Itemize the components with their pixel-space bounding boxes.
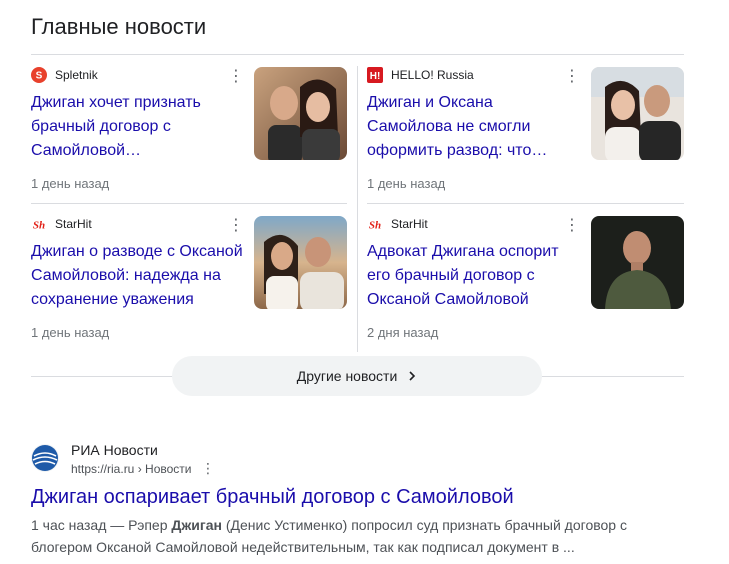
starhit-logo-icon: Sh: [367, 216, 383, 232]
svg-text:Sh: Sh: [369, 220, 381, 232]
more-options-icon[interactable]: ⋮: [227, 67, 245, 85]
more-options-icon[interactable]: ⋮: [201, 460, 215, 477]
site-name[interactable]: РИА Новости: [71, 442, 158, 458]
section-title: Главные новости: [31, 14, 207, 39]
news-headline[interactable]: Джиган и Оксана Самойлова не смогли офор…: [367, 91, 582, 163]
news-source: Sh StarHit: [31, 216, 92, 232]
source-name: StarHit: [391, 217, 428, 231]
column-divider: [357, 66, 358, 352]
news-time: 1 день назад: [367, 176, 446, 191]
more-news-label: Другие новости: [296, 368, 398, 384]
result-snippet: 1 час назад — Рэпер Джиган (Денис Устиме…: [31, 514, 651, 558]
more-options-icon[interactable]: ⋮: [563, 67, 581, 85]
divider: [31, 54, 684, 55]
source-name: Spletnik: [55, 68, 98, 82]
svg-text:H!: H!: [370, 71, 381, 82]
chevron-right-icon: [407, 368, 417, 384]
site-url[interactable]: https://ria.ru › Новости: [71, 462, 191, 476]
news-time: 1 день назад: [31, 176, 110, 191]
news-card[interactable]: Sh StarHit ⋮ Адвокат Джигана оспорит его…: [367, 216, 684, 354]
news-thumbnail[interactable]: [254, 67, 347, 160]
snippet-text: 1 час назад — Рэпер: [31, 517, 172, 533]
more-options-icon[interactable]: ⋮: [227, 216, 245, 234]
news-headline[interactable]: Джиган хочет признать брачный договор с …: [31, 91, 246, 163]
news-card[interactable]: H! HELLO! Russia ⋮ Джиган и Оксана Самой…: [367, 67, 684, 205]
snippet-highlight: Джиган: [171, 517, 222, 533]
more-news-button[interactable]: Другие новости: [172, 356, 542, 396]
source-name: StarHit: [55, 217, 92, 231]
spletnik-logo-icon: S: [31, 67, 47, 83]
news-source: S Spletnik: [31, 67, 98, 83]
news-headline[interactable]: Адвокат Джигана оспорит его брачный дого…: [367, 240, 582, 312]
news-thumbnail[interactable]: [591, 216, 684, 309]
source-name: HELLO! Russia: [391, 68, 474, 82]
svg-text:Sh: Sh: [33, 220, 45, 232]
news-source: H! HELLO! Russia: [367, 67, 474, 83]
news-time: 1 день назад: [31, 325, 110, 340]
hello-logo-icon: H!: [367, 67, 383, 83]
news-time: 2 дня назад: [367, 325, 439, 340]
news-headline[interactable]: Джиган о разводе с Оксаной Самойловой: н…: [31, 240, 246, 312]
starhit-logo-icon: Sh: [31, 216, 47, 232]
svg-text:S: S: [36, 71, 43, 82]
news-thumbnail[interactable]: [254, 216, 347, 309]
result-title[interactable]: Джиган оспаривает брачный договор с Само…: [31, 484, 514, 510]
news-card[interactable]: Sh StarHit ⋮ Джиган о разводе с Оксаной …: [31, 216, 347, 354]
news-source: Sh StarHit: [367, 216, 428, 232]
ria-logo-icon: [31, 444, 59, 472]
news-card[interactable]: S Spletnik ⋮ Джиган хочет признать брачн…: [31, 67, 347, 205]
more-options-icon[interactable]: ⋮: [563, 216, 581, 234]
news-thumbnail[interactable]: [591, 67, 684, 160]
